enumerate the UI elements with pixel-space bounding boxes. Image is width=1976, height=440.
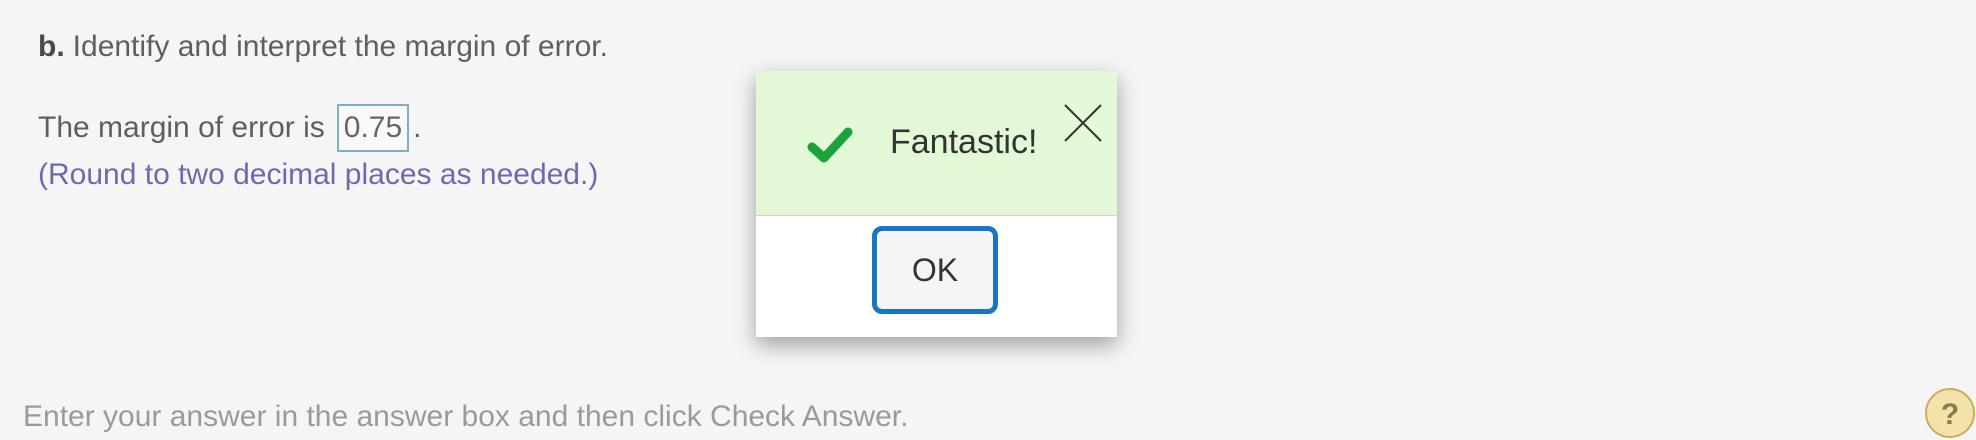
- feedback-dialog: Fantastic! OK: [756, 71, 1117, 337]
- part-label: b.: [38, 30, 65, 63]
- instruction-text: Enter your answer in the answer box and …: [23, 400, 909, 433]
- dialog-title: Fantastic!: [890, 123, 1038, 161]
- answer-suffix: .: [413, 111, 422, 144]
- answer-prefix: The margin of error is: [38, 111, 325, 144]
- rounding-hint: (Round to two decimal places as needed.): [38, 158, 599, 191]
- answer-line: The margin of error is 0.75 .: [38, 104, 422, 152]
- question-text: b. Identify and interpret the margin of e…: [38, 30, 608, 64]
- ok-button[interactable]: OK: [872, 226, 998, 314]
- question-prompt: Identify and interpret the margin of err…: [72, 30, 608, 63]
- checkmark-icon: [807, 127, 853, 163]
- help-button[interactable]: ?: [1925, 388, 1975, 438]
- dialog-header: Fantastic!: [756, 71, 1117, 216]
- close-icon[interactable]: [1059, 99, 1107, 147]
- answer-input[interactable]: 0.75: [336, 104, 410, 152]
